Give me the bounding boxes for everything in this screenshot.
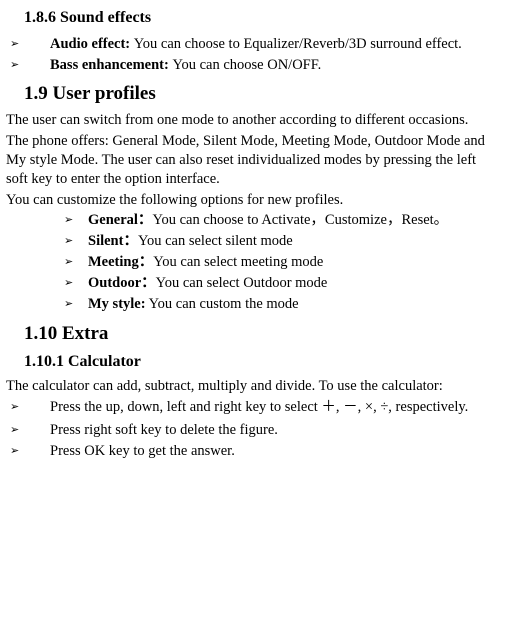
list-item: ➢ Press right soft key to delete the fig… xyxy=(6,421,500,440)
chevron-right-icon: ➢ xyxy=(10,398,44,419)
paragraph: The user can switch from one mode to ano… xyxy=(6,111,500,130)
list-item-content: Press the up, down, left and right key t… xyxy=(50,398,500,417)
chevron-right-icon: ➢ xyxy=(10,35,44,54)
chevron-right-icon: ➢ xyxy=(64,274,82,293)
list-item-content: Silent：You can select silent mode xyxy=(88,232,500,251)
list-item-content: Audio effect: You can choose to Equalize… xyxy=(50,35,500,54)
item-text: You can select silent mode xyxy=(138,233,293,249)
chevron-right-icon: ➢ xyxy=(64,211,82,230)
list-item: ➢ Bass enhancement: You can choose ON/OF… xyxy=(6,56,500,75)
heading-1-10-1: 1.10.1 Calculator xyxy=(24,352,500,373)
list-item: ➢ My style: You can custom the mode xyxy=(6,295,500,314)
item-bold: Silent： xyxy=(88,233,138,249)
heading-1-9: 1.9 User profiles xyxy=(24,82,500,107)
sound-effects-list: ➢ Audio effect: You can choose to Equali… xyxy=(6,35,500,75)
chevron-right-icon: ➢ xyxy=(10,442,44,461)
list-item-content: My style: You can custom the mode xyxy=(88,295,500,314)
chevron-right-icon: ➢ xyxy=(64,232,82,251)
paragraph: You can customize the following options … xyxy=(6,191,500,210)
item-text: You can choose ON/OFF. xyxy=(172,57,321,73)
calculator-list: ➢ Press the up, down, left and right key… xyxy=(6,398,500,461)
list-item: ➢ Outdoor：You can select Outdoor mode xyxy=(6,274,500,293)
item-bold: Bass enhancement: xyxy=(50,57,172,73)
list-item-content: Meeting：You can select meeting mode xyxy=(88,253,500,272)
chevron-right-icon: ➢ xyxy=(64,253,82,272)
item-text: You can choose to Equalizer/Reverb/3D su… xyxy=(134,36,462,52)
item-text: You can choose to Activate，Customize，Res… xyxy=(152,212,448,228)
list-item-content: General：You can choose to Activate，Custo… xyxy=(88,211,500,230)
list-item: ➢ Meeting：You can select meeting mode xyxy=(6,253,500,272)
list-item: ➢ Silent：You can select silent mode xyxy=(6,232,500,251)
paragraph: The phone offers: General Mode, Silent M… xyxy=(6,132,500,189)
chevron-right-icon: ➢ xyxy=(64,295,82,314)
chevron-right-icon: ➢ xyxy=(10,56,44,75)
list-item: ➢ Audio effect: You can choose to Equali… xyxy=(6,35,500,54)
item-bold: Outdoor： xyxy=(88,275,156,291)
list-item: ➢ Press the up, down, left and right key… xyxy=(6,398,500,419)
item-text: You can custom the mode xyxy=(146,296,299,312)
paragraph: The calculator can add, subtract, multip… xyxy=(6,377,500,396)
chevron-right-icon: ➢ xyxy=(10,421,44,440)
list-item-content: Bass enhancement: You can choose ON/OFF. xyxy=(50,56,500,75)
item-bold: My style: xyxy=(88,296,146,312)
list-item: ➢ General：You can choose to Activate，Cus… xyxy=(6,211,500,230)
heading-1-8-6: 1.8.6 Sound effects xyxy=(24,8,500,29)
item-bold: Meeting： xyxy=(88,254,153,270)
heading-1-10: 1.10 Extra xyxy=(24,322,500,347)
item-text: You can select meeting mode xyxy=(153,254,323,270)
item-text: You can select Outdoor mode xyxy=(156,275,328,291)
list-item-content: Outdoor：You can select Outdoor mode xyxy=(88,274,500,293)
list-item-content: Press OK key to get the answer. xyxy=(50,442,500,461)
item-bold: Audio effect: xyxy=(50,36,134,52)
user-profiles-list: ➢ General：You can choose to Activate，Cus… xyxy=(6,211,500,313)
list-item-content: Press right soft key to delete the figur… xyxy=(50,421,500,440)
item-bold: General： xyxy=(88,212,152,228)
list-item: ➢ Press OK key to get the answer. xyxy=(6,442,500,461)
